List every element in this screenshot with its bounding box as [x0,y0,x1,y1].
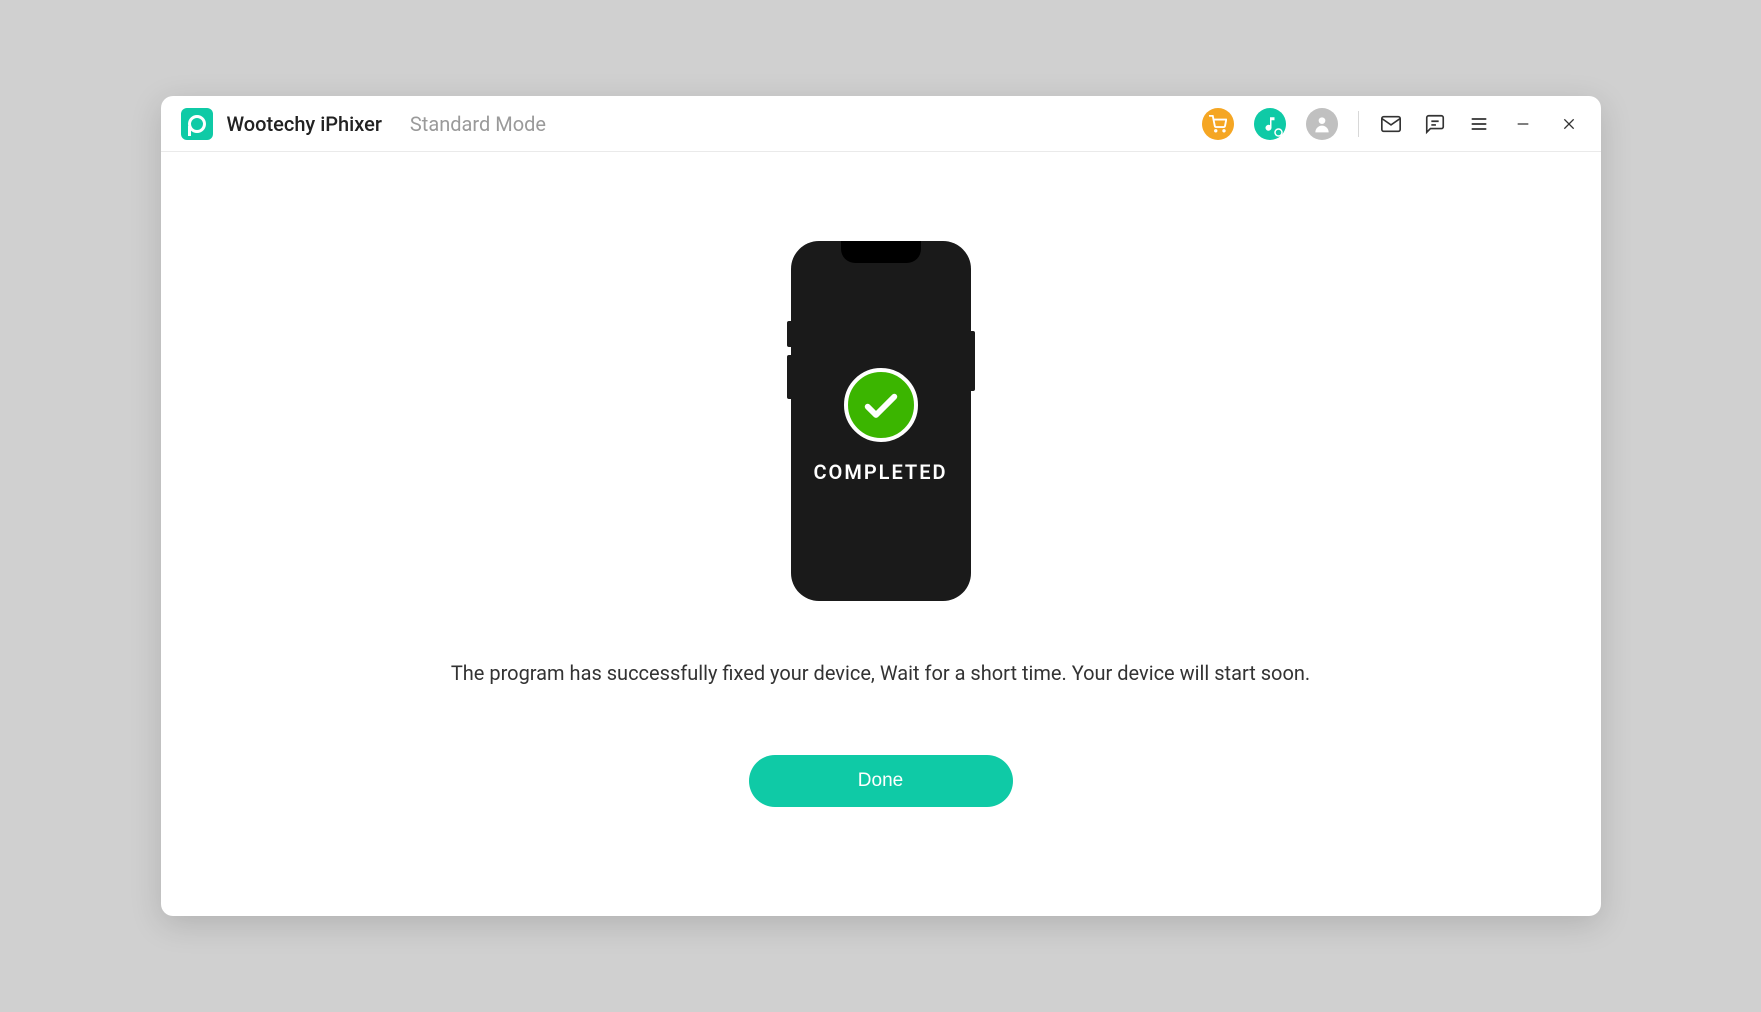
titlebar: Wootechy iPhixer Standard Mode [161,96,1601,152]
mail-icon [1380,113,1402,135]
status-message: The program has successfully fixed your … [451,661,1310,685]
search-small-icon [1273,127,1285,139]
close-icon [1561,116,1577,132]
phone-status-text: COMPLETED [813,460,947,484]
done-button[interactable]: Done [749,755,1013,807]
mode-label: Standard Mode [410,112,546,136]
account-icon [1312,114,1332,134]
feedback-icon [1424,113,1446,135]
menu-button[interactable] [1467,112,1491,136]
menu-icon [1469,114,1489,134]
phone-illustration: COMPLETED [791,241,971,601]
app-title: Wootechy iPhixer [227,112,382,136]
header-actions [1202,108,1581,140]
success-checkmark [844,368,918,442]
mail-button[interactable] [1379,112,1403,136]
window-controls [1511,112,1581,136]
music-button[interactable] [1254,108,1286,140]
divider [1358,111,1359,137]
check-icon [861,385,901,425]
app-logo [181,108,213,140]
cart-icon [1209,115,1227,133]
app-window: Wootechy iPhixer Standard Mode [161,96,1601,916]
minimize-button[interactable] [1511,112,1535,136]
cart-button[interactable] [1202,108,1234,140]
main-content: COMPLETED The program has successfully f… [161,152,1601,916]
feedback-button[interactable] [1423,112,1447,136]
account-button[interactable] [1306,108,1338,140]
minimize-icon [1515,116,1531,132]
close-button[interactable] [1557,112,1581,136]
